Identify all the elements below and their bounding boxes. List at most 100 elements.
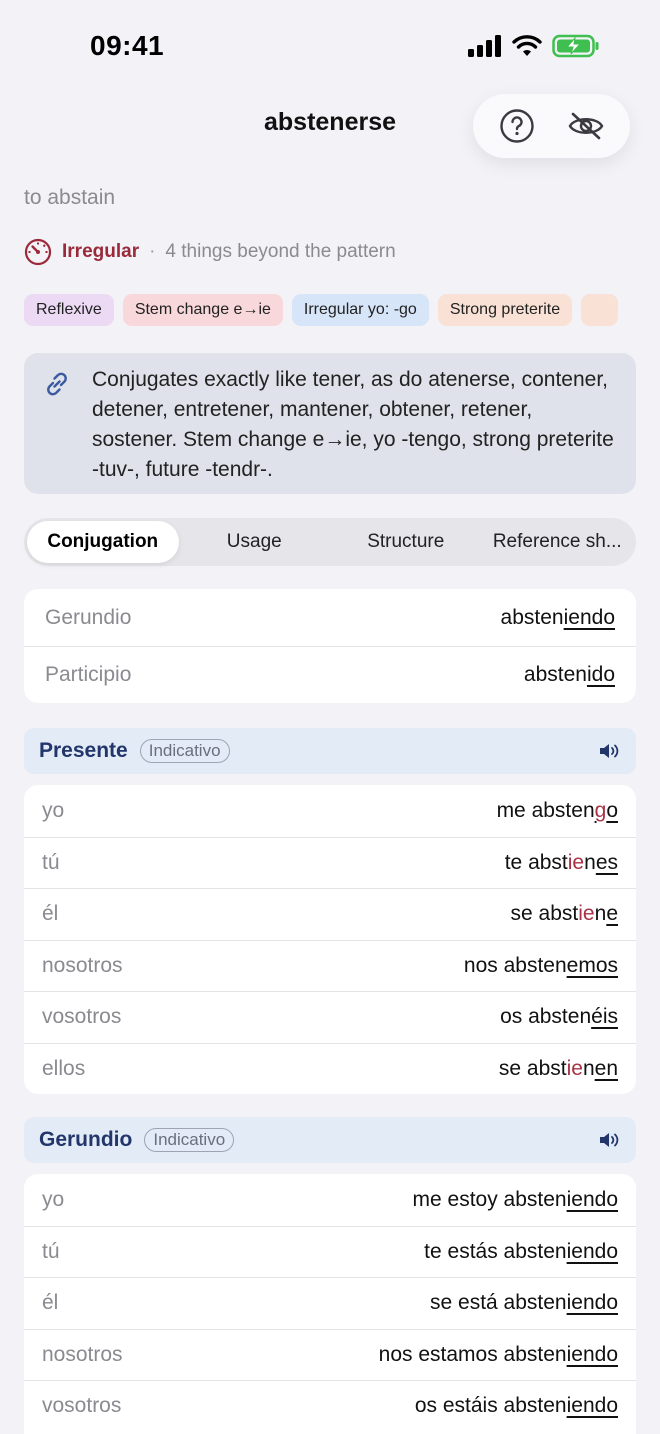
tab-conjugation[interactable]: Conjugation — [27, 521, 179, 563]
conjugated-form: te estás absteniendo — [424, 1240, 618, 1264]
form-ending: emos — [566, 953, 618, 977]
conjugated-form: os abstenéis — [500, 1005, 618, 1029]
table-row: yo me abstengo — [24, 785, 636, 837]
conjugated-form: me estoy absteniendo — [413, 1188, 618, 1212]
table-row: nosotros nos abstenemos — [24, 939, 636, 992]
irregular-part: ie — [566, 1056, 583, 1080]
pronoun: nosotros — [42, 953, 123, 977]
pronoun: vosotros — [42, 1005, 122, 1029]
form-stem: se abst — [510, 902, 579, 926]
table-row: tú te estás absteniendo — [24, 1225, 636, 1278]
speaker-icon — [600, 744, 619, 758]
wifi-icon — [512, 35, 542, 56]
form-ending: es — [595, 850, 618, 874]
irregular-description: 4 things beyond the pattern — [165, 241, 396, 262]
tag-strong-preterite[interactable]: Strong preterite — [437, 294, 573, 326]
form-stem: os estáis absten — [414, 1394, 567, 1418]
table-row: ellos se abstienen — [24, 1042, 636, 1095]
irregular-part: ie — [578, 902, 595, 926]
pronoun: tú — [42, 850, 60, 874]
pronoun: él — [42, 902, 59, 926]
translation: to abstain — [24, 186, 116, 209]
help-button[interactable] — [493, 102, 541, 150]
form-stem: absten — [500, 605, 564, 629]
form-stem-rest: n — [582, 1056, 595, 1080]
form-ending: ido — [586, 663, 615, 686]
form-label: Gerundio — [45, 605, 132, 629]
form-ending: iendo — [566, 1394, 618, 1418]
form-ending: iendo — [566, 1291, 618, 1315]
play-audio-button[interactable] — [599, 742, 621, 760]
form-ending: o — [606, 798, 618, 822]
form-value: absteniendo — [501, 606, 615, 630]
pronoun: ellos — [42, 1056, 86, 1080]
conjugation-table-gerundio: yo me estoy absteniendo tú te estás abst… — [24, 1174, 636, 1434]
tab-structure[interactable]: Structure — [330, 521, 482, 563]
table-row: él se abstiene — [24, 888, 636, 940]
tab-reference-sheet[interactable]: Reference sh... — [482, 521, 634, 563]
table-row: él se está absteniendo — [24, 1277, 636, 1329]
form-label: Participio — [45, 663, 132, 686]
conjugated-form: nos estamos absteniendo — [379, 1343, 618, 1367]
play-audio-button[interactable] — [599, 1131, 621, 1149]
mood-badge: Indicativo — [144, 1128, 235, 1152]
gerundio-row: Gerundio absteniendo — [24, 589, 636, 646]
note-text: Conjugates exactly like tener, as do ate… — [92, 368, 614, 481]
form-ending: iendo — [566, 1239, 618, 1263]
pronoun: nosotros — [42, 1342, 123, 1366]
tag-reflexive[interactable]: Reflexive — [24, 294, 114, 326]
eye-slash-icon — [568, 112, 604, 140]
tense-header-presente: Presente Indicativo — [24, 728, 636, 774]
irregular-part: ie — [567, 850, 585, 874]
form-stem: te abst — [504, 850, 568, 874]
conjugation-note: Conjugates exactly like tener, as do ate… — [24, 353, 636, 494]
conjugated-form: se está absteniendo — [430, 1291, 618, 1315]
status-time: 09:41 — [90, 30, 165, 61]
mood-badge: Indicativo — [139, 739, 230, 763]
form-stem: me absten — [496, 798, 595, 822]
tense-header-gerundio: Gerundio Indicativo — [24, 1117, 636, 1163]
form-ending: iendo — [566, 1187, 618, 1211]
link-icon — [47, 372, 67, 396]
pronoun: yo — [42, 798, 65, 822]
non-finite-forms: Gerundio absteniendo Participio abstenid… — [24, 589, 636, 703]
conjugated-form: se abstiene — [511, 902, 618, 926]
form-value: abstenido — [524, 663, 615, 687]
gauge-icon — [24, 238, 52, 266]
form-ending: iendo — [566, 1342, 618, 1366]
form-stem: se está absten — [430, 1291, 567, 1315]
form-stem-rest: n — [594, 902, 607, 926]
table-row: yo me estoy absteniendo — [24, 1174, 636, 1226]
tag-list: Reflexive Stem change e→ie Irregular yo:… — [24, 294, 636, 328]
hide-button[interactable] — [562, 102, 610, 150]
question-circle-icon — [500, 109, 534, 143]
form-stem: absten — [523, 663, 587, 686]
conjugated-form: se abstienen — [499, 1057, 618, 1081]
pronoun: vosotros — [42, 1394, 122, 1418]
separator: · — [149, 241, 156, 262]
irregular-part: g — [594, 798, 607, 822]
status-bar: 09:41 — [0, 0, 660, 96]
irregular-label: Irregular — [62, 241, 140, 262]
conjugation-table-presente: yo me abstengo tú te abstienes él se abs… — [24, 785, 636, 1094]
conjugated-form: nos abstenemos — [464, 954, 618, 978]
pronoun: tú — [42, 1239, 60, 1263]
form-ending: e — [606, 902, 618, 926]
form-stem: os absten — [500, 1005, 592, 1029]
tab-usage[interactable]: Usage — [179, 521, 331, 563]
cellular-signal-icon — [468, 35, 501, 57]
tense-name: Presente — [39, 739, 128, 762]
form-stem: te estás absten — [424, 1239, 567, 1263]
form-stem: me estoy absten — [412, 1187, 567, 1211]
battery-charging-icon — [552, 34, 599, 58]
tag-more[interactable] — [581, 294, 619, 326]
irregular-summary[interactable]: Irregular · 4 things beyond the pattern — [24, 238, 396, 266]
tag-stem-change[interactable]: Stem change e→ie — [122, 294, 283, 326]
tag-irregular-yo[interactable]: Irregular yo: -go — [291, 294, 429, 326]
table-row: nosotros nos estamos absteniendo — [24, 1328, 636, 1381]
form-ending: en — [594, 1056, 618, 1080]
pronoun: él — [42, 1291, 59, 1315]
form-stem: nos estamos absten — [378, 1342, 567, 1366]
form-ending: éis — [591, 1005, 618, 1029]
form-stem-rest: n — [584, 850, 596, 874]
